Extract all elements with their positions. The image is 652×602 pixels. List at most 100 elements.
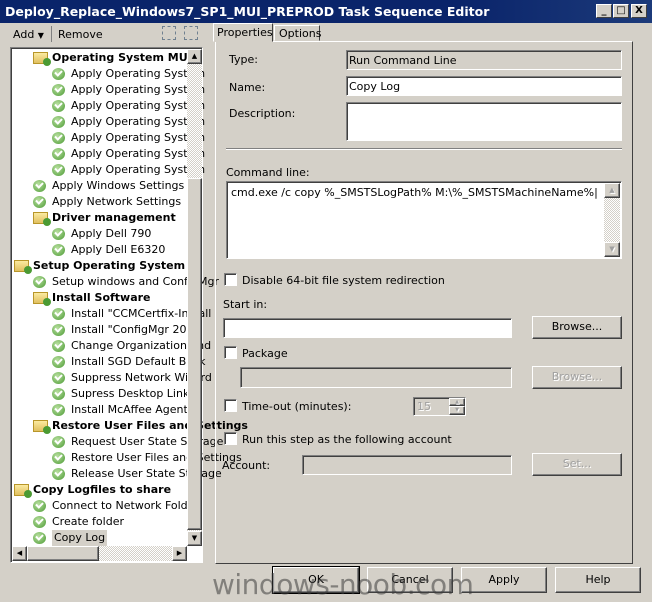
scroll-up-button[interactable]: ▲	[187, 49, 202, 64]
command-scroll-up[interactable]: ▲	[604, 183, 620, 198]
start-in-label: Start in:	[223, 298, 268, 311]
success-check-icon	[52, 100, 65, 112]
success-check-icon	[52, 452, 65, 464]
command-line-label: Command line:	[226, 166, 310, 179]
spin-down-icon: ▼	[449, 406, 465, 415]
tree-item-label: Install McAffee Agent	[71, 403, 188, 416]
hscroll-thumb[interactable]	[27, 546, 99, 561]
toolbar-divider	[51, 26, 52, 42]
close-button[interactable]: X	[631, 4, 647, 18]
type-value: Run Command Line	[346, 50, 622, 70]
account-label: Account:	[222, 459, 271, 472]
tree-item-label: Apply Operating System	[71, 147, 206, 160]
tree-item-label: Apply Network Settings	[52, 195, 182, 208]
description-label: Description:	[229, 107, 296, 120]
move-down-icon[interactable]	[184, 26, 198, 40]
package-input	[240, 367, 512, 388]
tree-item-label: Connect to Network Folder	[52, 499, 199, 512]
success-check-icon	[52, 404, 65, 416]
success-check-icon	[52, 116, 65, 128]
tree-item-label: Apply Operating System	[71, 163, 206, 176]
tree-item-label: Install SGD Default Back	[71, 355, 206, 368]
folder-icon	[33, 212, 51, 226]
scroll-right-button[interactable]: ▶	[172, 546, 187, 561]
command-line-text: cmd.exe /c copy %_SMSTSLogPath% M:\%_SMS…	[231, 186, 595, 199]
success-check-icon	[33, 196, 46, 208]
run-as-checkbox[interactable]	[224, 432, 237, 445]
success-check-icon	[33, 180, 46, 192]
success-check-icon	[52, 68, 65, 80]
scroll-left-button[interactable]: ◀	[12, 546, 27, 561]
task-sequence-tree[interactable]: Operating System MUI Apply Operating Syst…	[10, 47, 248, 563]
account-input	[302, 455, 512, 475]
start-in-browse-button[interactable]: Browse...	[532, 316, 622, 339]
add-label: Add	[13, 28, 35, 41]
success-check-icon	[33, 276, 46, 288]
success-check-icon	[52, 372, 65, 384]
folder-icon	[33, 292, 51, 306]
set-account-button: Set...	[532, 453, 622, 476]
title-bar: Deploy_Replace_Windows7_SP1_MUI_PREPROD …	[0, 0, 652, 23]
apply-button[interactable]: Apply	[461, 567, 547, 593]
tree-item-label: Apply Operating System	[71, 83, 206, 96]
tree-item-label: Driver management	[52, 211, 176, 224]
tree-item-label: Create folder	[52, 515, 124, 528]
command-scroll-down[interactable]: ▼	[604, 242, 620, 257]
minimize-button[interactable]: _	[596, 4, 612, 18]
help-button[interactable]: Help	[555, 567, 641, 593]
tree-item-label: Apply Windows Settings	[52, 179, 185, 192]
success-check-icon	[52, 164, 65, 176]
maximize-button[interactable]: □	[613, 4, 629, 18]
tree-item-label: Apply Operating System	[71, 99, 206, 112]
folder-icon	[14, 484, 32, 498]
success-check-icon	[52, 84, 65, 96]
success-check-icon	[52, 436, 65, 448]
success-check-icon	[33, 516, 46, 528]
timeout-label: Time-out (minutes):	[242, 400, 352, 413]
disable-64bit-label: Disable 64-bit file system redirection	[242, 274, 445, 287]
timeout-checkbox[interactable]	[224, 399, 237, 412]
success-check-icon	[52, 468, 65, 480]
disable-64bit-checkbox[interactable]	[224, 273, 237, 286]
tree-item-label: Apply Dell 790	[71, 227, 152, 240]
tree-item-label: Install "ConfigMgr 2007	[71, 323, 201, 336]
folder-icon	[14, 260, 32, 274]
tab-properties[interactable]: Properties	[213, 23, 273, 42]
add-menu-button[interactable]: Add ▼	[13, 28, 44, 41]
tree-item-label: Apply Operating System	[71, 67, 206, 80]
scroll-thumb[interactable]	[187, 178, 202, 530]
success-check-icon	[52, 148, 65, 160]
package-checkbox[interactable]	[224, 346, 237, 359]
tree-item-label: Apply Dell E6320	[71, 243, 166, 256]
folder-icon	[33, 420, 51, 434]
move-up-icon[interactable]	[162, 26, 176, 40]
tree-item-label: Operating System MUI	[52, 51, 192, 64]
scroll-down-button[interactable]: ▼	[187, 531, 202, 546]
tree-item-label: Copy Log	[52, 530, 108, 546]
success-check-icon	[52, 340, 65, 352]
dropdown-arrow-icon: ▼	[37, 31, 44, 40]
watermark: windows-noob.com	[212, 568, 474, 601]
run-as-label: Run this step as the following account	[242, 433, 452, 446]
tree-item-label: Supress Desktop Links	[71, 387, 196, 400]
package-label: Package	[242, 347, 288, 360]
tree-item-label: Apply Operating System	[71, 131, 206, 144]
success-check-icon	[52, 132, 65, 144]
success-check-icon	[33, 500, 46, 512]
window-title: Deploy_Replace_Windows7_SP1_MUI_PREPROD …	[5, 4, 490, 19]
start-in-input[interactable]	[223, 318, 512, 338]
name-input[interactable]: Copy Log	[346, 76, 622, 96]
tree-item-label: Copy Logfiles to share	[33, 483, 172, 496]
name-label: Name:	[229, 81, 266, 94]
command-line-input[interactable]: cmd.exe /c copy %_SMSTSLogPath% M:\%_SMS…	[226, 181, 622, 259]
spin-up-icon: ▲	[449, 398, 465, 406]
tree-item-label: Setup Operating System	[33, 259, 186, 272]
tab-options[interactable]: Options	[274, 25, 321, 41]
remove-button[interactable]: Remove	[58, 28, 103, 41]
success-check-icon	[52, 228, 65, 240]
description-input[interactable]	[346, 102, 622, 141]
tree-item-label: Apply Operating System	[71, 115, 206, 128]
separator	[226, 148, 622, 150]
success-check-icon	[52, 244, 65, 256]
success-check-icon	[52, 356, 65, 368]
